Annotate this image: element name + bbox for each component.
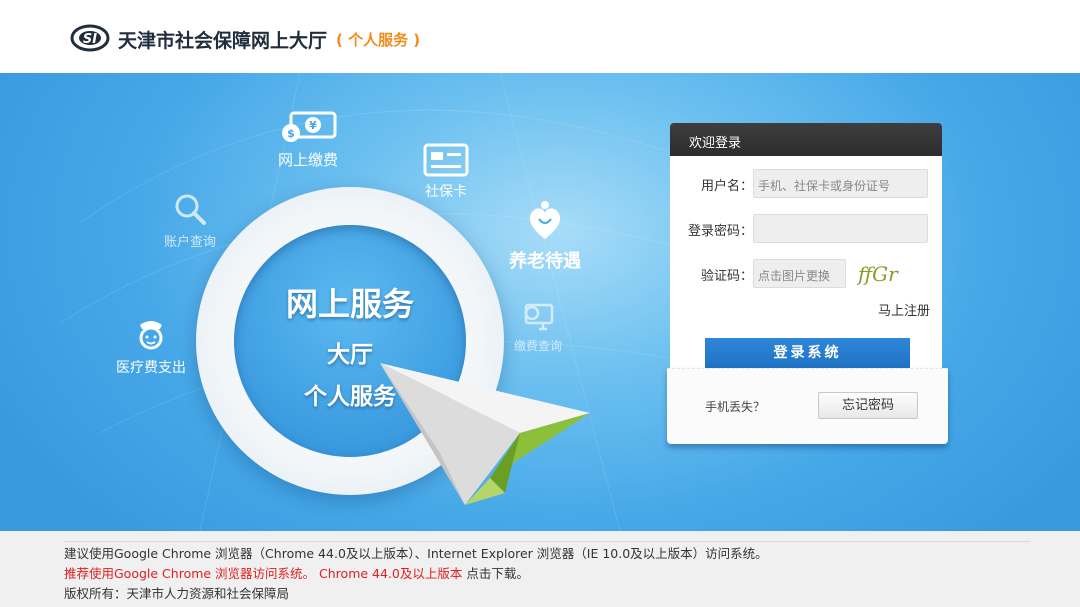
search-icon — [175, 194, 206, 225]
feature-social-card[interactable]: 社保卡 — [410, 143, 482, 201]
hero-banner: 网上服务 大厅 个人服务 ¥ $ 网上缴费 社保卡 账户查询 养老待遇 医疗费支… — [0, 73, 1080, 531]
feature-label: 缴费查询 — [513, 339, 562, 353]
svg-text:SI: SI — [83, 32, 97, 47]
password-label: 登录密码： — [687, 224, 753, 239]
card-icon — [423, 143, 469, 177]
username-label: 用户名： — [700, 179, 753, 194]
login-title: 欢迎登录 — [689, 136, 742, 151]
captcha-label: 验证码： — [700, 269, 753, 284]
svg-text:ffGr: ffGr — [856, 262, 899, 286]
header: SI 天津市社会保障网上大厅 ( 个人服务 ) — [0, 0, 1080, 73]
chrome-recommendation-text: 推荐使用Google Chrome 浏览器访问系统。 Chrome 44.0及以… — [64, 566, 463, 581]
feature-label: 账户查询 — [163, 235, 216, 250]
footer: 建议使用Google Chrome 浏览器（Chrome 44.0及以上版本）、… — [0, 531, 1080, 607]
login-header: 欢迎登录 — [670, 123, 942, 156]
captcha-input[interactable]: 点击图片更换 — [753, 259, 846, 288]
login-footer: 手机丢失？ 忘记密码 — [667, 368, 948, 444]
feature-label: 养老待遇 — [509, 251, 581, 272]
feature-online-payment[interactable]: ¥ $ 网上缴费 — [268, 109, 348, 170]
footer-divider — [64, 541, 1030, 542]
site-title[interactable]: 天津市社会保障网上大厅 — [118, 26, 327, 53]
feature-label: 网上缴费 — [277, 151, 338, 169]
captcha-image[interactable]: ffGr — [850, 259, 927, 289]
download-link[interactable]: 点击下载。 — [462, 566, 529, 581]
lost-phone-link[interactable]: 手机丢失？ — [705, 398, 765, 415]
copyright: 版权所有：天津市人力资源和社会保障局 — [64, 586, 290, 601]
svg-text:¥: ¥ — [309, 119, 317, 132]
register-link[interactable]: 马上注册 — [878, 300, 930, 319]
forgot-password-button[interactable]: 忘记密码 — [818, 392, 918, 419]
money-icon: ¥ $ — [282, 111, 337, 142]
username-input[interactable]: 手机、社保卡或身份证号 — [753, 169, 928, 198]
feature-account-query[interactable]: 账户查询 — [152, 191, 228, 250]
feature-label: 社保卡 — [425, 184, 467, 200]
social-insurance-logo-icon[interactable]: SI — [70, 24, 110, 52]
site-subtitle: ( 个人服务 ) — [336, 31, 421, 49]
heart-hand-icon — [529, 201, 561, 239]
login-form: 用户名： 手机、社保卡或身份证号 登录密码： 验证码： 点击图片更换 ffGr … — [670, 156, 942, 368]
feature-label: 医疗费支出 — [116, 360, 186, 376]
login-panel: 欢迎登录 用户名： 手机、社保卡或身份证号 登录密码： 验证码： 点击图片更换 … — [667, 123, 948, 444]
svg-text:$: $ — [287, 127, 295, 140]
password-input[interactable] — [753, 214, 928, 243]
feature-fee-query[interactable]: 缴费查询 — [508, 301, 568, 354]
paper-plane-icon — [380, 363, 590, 505]
monitor-icon — [524, 303, 554, 331]
hero-title: 网上服务 — [285, 285, 414, 323]
login-button[interactable]: 登录系统 — [705, 338, 910, 368]
feature-medical-expense[interactable]: 医疗费支出 — [108, 317, 194, 377]
chrome-recommendation: 推荐使用Google Chrome 浏览器访问系统。 Chrome 44.0及以… — [64, 563, 529, 582]
browser-recommendation: 建议使用Google Chrome 浏览器（Chrome 44.0及以上版本）、… — [64, 546, 768, 561]
feature-pension[interactable]: 养老待遇 — [500, 199, 590, 273]
nurse-icon — [139, 321, 163, 350]
